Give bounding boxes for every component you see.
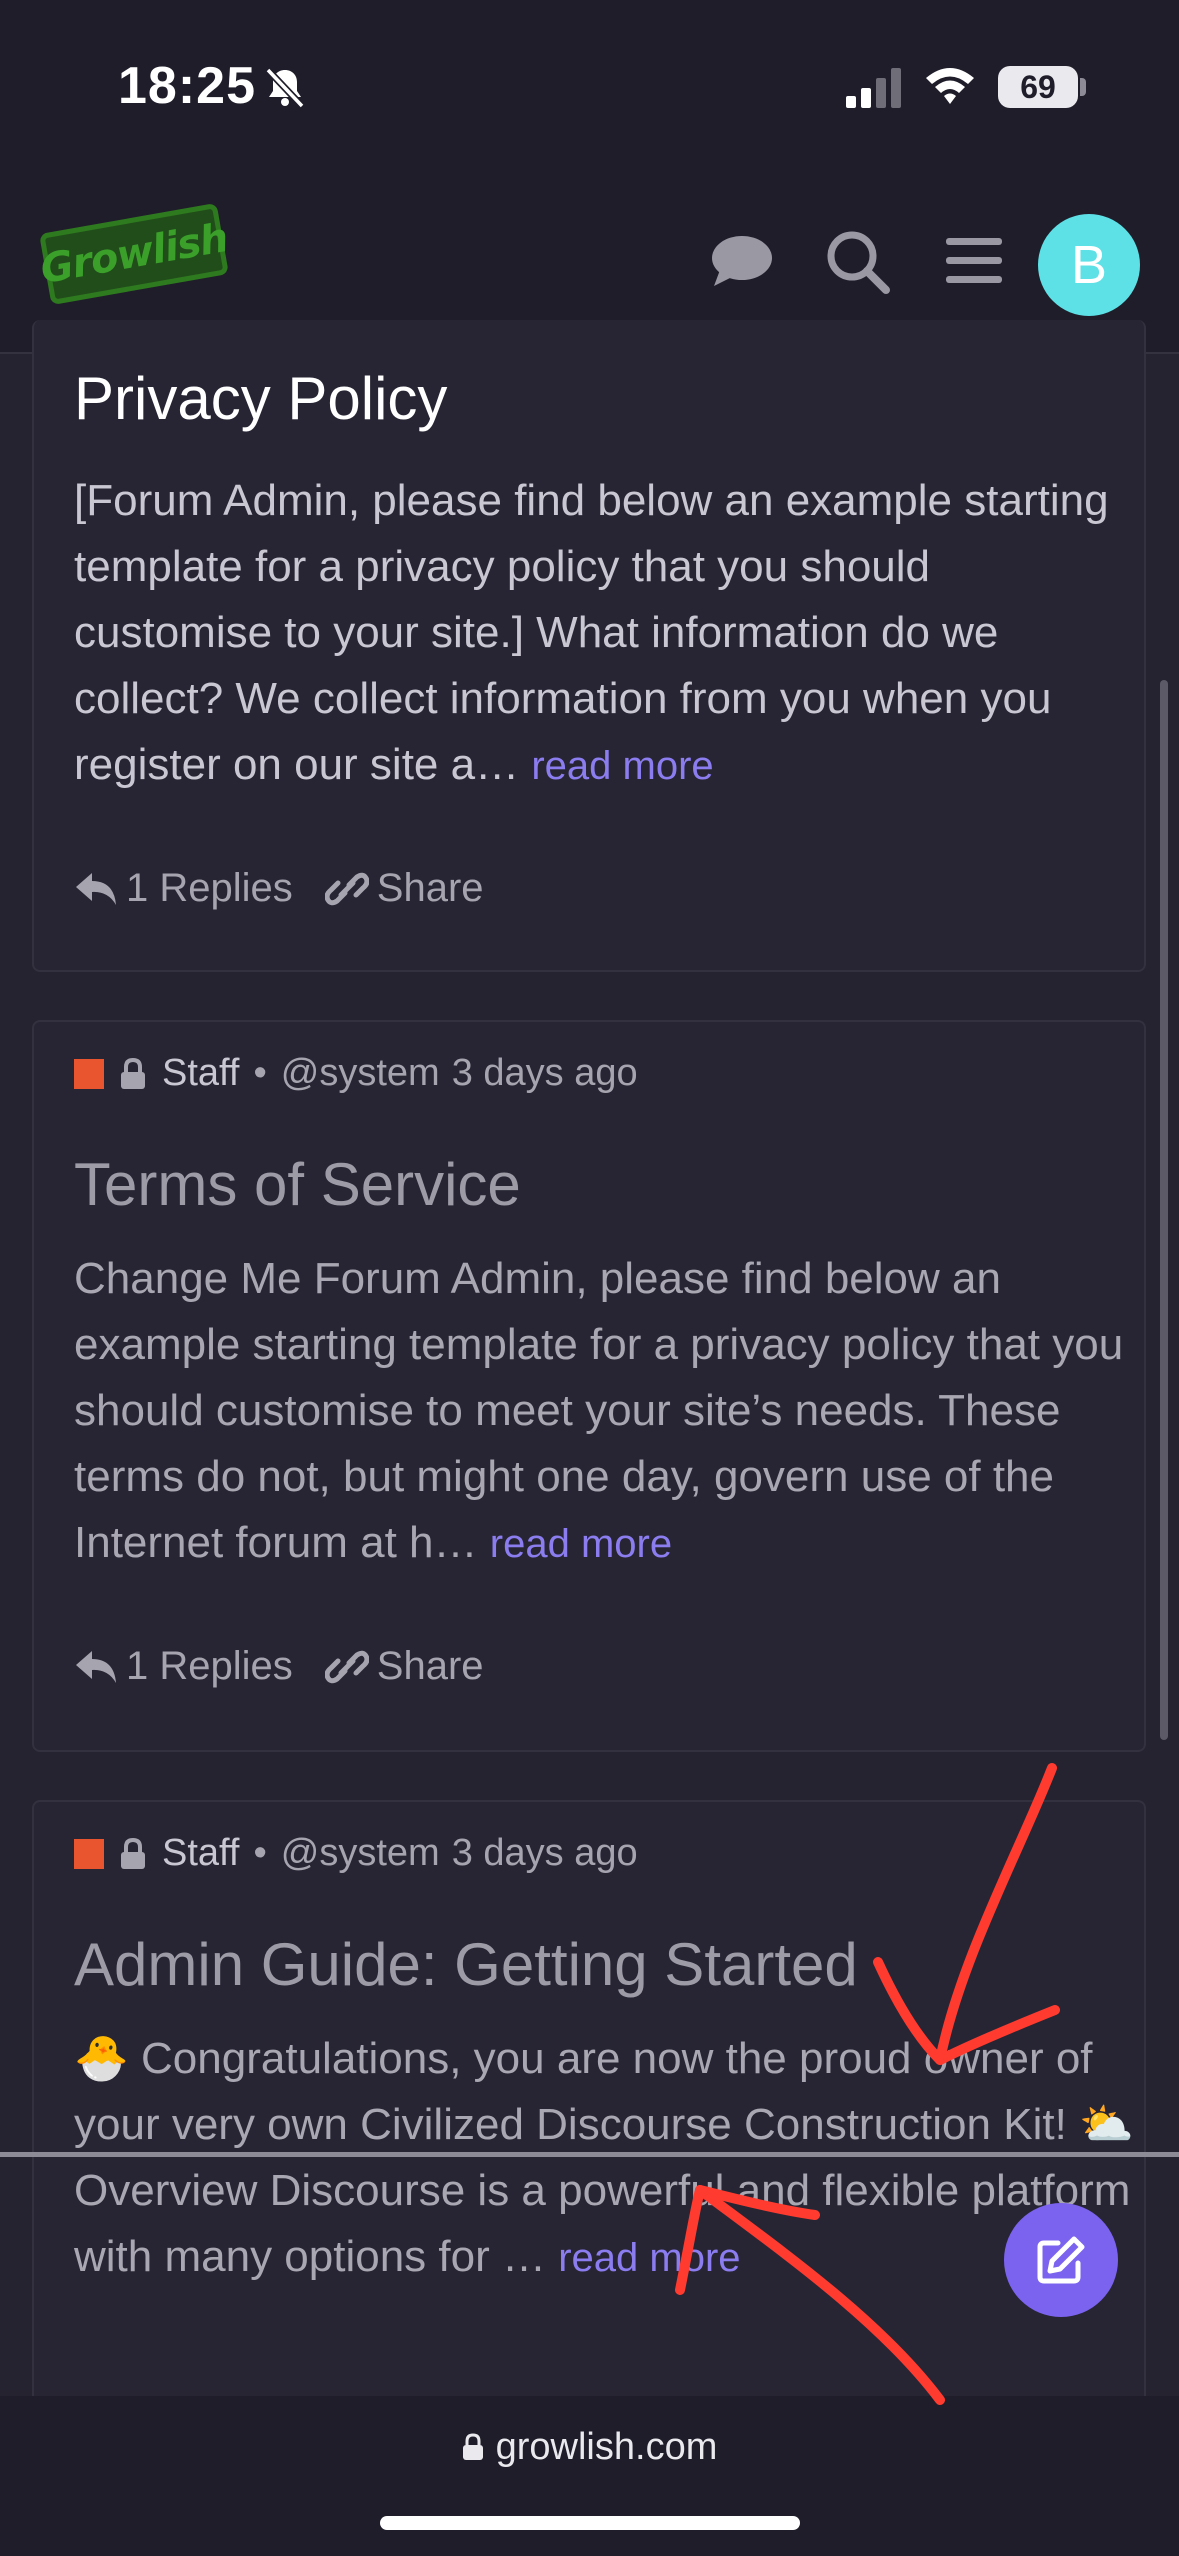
link-icon — [324, 872, 369, 905]
reply-icon — [76, 872, 116, 905]
chat-icon[interactable] — [706, 226, 776, 296]
category-name[interactable]: Staff — [162, 1052, 239, 1095]
scrollbar[interactable] — [1160, 680, 1168, 1740]
share-button[interactable]: Share — [324, 1644, 484, 1689]
lock-icon — [121, 1057, 145, 1089]
battery-level: 69 — [998, 66, 1078, 108]
category-color-badge — [74, 1058, 104, 1089]
sun-behind-cloud-emoji: ⛅ — [1079, 2100, 1134, 2149]
topic-author[interactable]: @system — [281, 1832, 440, 1875]
topic-author[interactable]: @system — [281, 1052, 440, 1095]
share-label: Share — [376, 866, 484, 910]
topic-title[interactable]: Terms of Service — [74, 1150, 521, 1219]
hamburger-menu-icon[interactable] — [940, 226, 1010, 296]
category-name[interactable]: Staff — [162, 1832, 239, 1875]
topic-actions: 1 Replies Share — [74, 866, 484, 911]
search-icon[interactable] — [822, 226, 892, 296]
meta-separator: • — [253, 1832, 267, 1874]
user-avatar[interactable]: B — [1038, 214, 1140, 316]
reply-icon — [76, 1650, 116, 1683]
topic-excerpt: [Forum Admin, please find below an examp… — [74, 468, 1134, 799]
topic-excerpt: Change Me Forum Admin, please find below… — [74, 1246, 1134, 1577]
meta-separator: • — [253, 1052, 267, 1094]
browser-address-bar[interactable]: growlish.com — [0, 2396, 1179, 2556]
status-bar: 18:25 69 — [0, 0, 1179, 176]
new-topic-button[interactable] — [1004, 2203, 1118, 2317]
overlay-divider-line — [0, 2152, 1179, 2157]
lock-icon — [121, 1837, 145, 1869]
wifi-icon — [926, 68, 974, 104]
share-button[interactable]: Share — [324, 866, 484, 911]
site-logo[interactable]: Growlish — [37, 202, 231, 306]
topic-card-privacy-policy[interactable]: Privacy Policy [Forum Admin, please find… — [32, 320, 1146, 972]
bell-slash-icon — [265, 67, 305, 109]
topic-excerpt: 🐣 Congratulations, you are now the proud… — [74, 2026, 1134, 2291]
topic-actions: 1 Replies Share — [74, 1644, 484, 1689]
url-display[interactable]: growlish.com — [0, 2426, 1179, 2469]
read-more-link[interactable]: read more — [490, 1522, 672, 1566]
excerpt-text: Congratulations, you are now the proud o… — [74, 2034, 1093, 2149]
excerpt-text: Change Me Forum Admin, please find below… — [74, 1254, 1124, 1567]
status-time: 18:25 — [118, 57, 256, 115]
share-label: Share — [376, 1644, 484, 1688]
secure-lock-icon — [462, 2433, 483, 2460]
replies-count[interactable]: 1 Replies — [126, 1644, 293, 1689]
topic-card-admin-guide[interactable]: Staff • @system 3 days ago Admin Guide: … — [32, 1800, 1146, 2500]
topic-title[interactable]: Privacy Policy — [74, 364, 447, 433]
topic-age: 3 days ago — [451, 1052, 638, 1094]
topic-meta: Staff • @system 3 days ago — [74, 1832, 638, 1875]
topic-meta: Staff • @system 3 days ago — [74, 1052, 638, 1095]
hatching-chick-emoji: 🐣 — [74, 2034, 129, 2083]
edit-pencil-icon — [1037, 2236, 1085, 2284]
link-icon — [324, 1650, 369, 1683]
category-color-badge — [74, 1838, 104, 1869]
topic-age: 3 days ago — [451, 1832, 638, 1874]
topic-title[interactable]: Admin Guide: Getting Started — [74, 1930, 858, 1999]
url-text: growlish.com — [495, 2426, 718, 2468]
read-more-link[interactable]: read more — [558, 2236, 740, 2280]
logo-text: Growlish — [37, 214, 231, 294]
replies-count[interactable]: 1 Replies — [126, 866, 293, 911]
topic-card-terms-of-service[interactable]: Staff • @system 3 days ago Terms of Serv… — [32, 1020, 1146, 1752]
excerpt-text: [Forum Admin, please find below an examp… — [74, 476, 1109, 789]
read-more-link[interactable]: read more — [531, 744, 713, 788]
cellular-signal-icon — [846, 68, 901, 108]
battery-cap — [1080, 78, 1086, 96]
home-indicator — [380, 2516, 800, 2530]
